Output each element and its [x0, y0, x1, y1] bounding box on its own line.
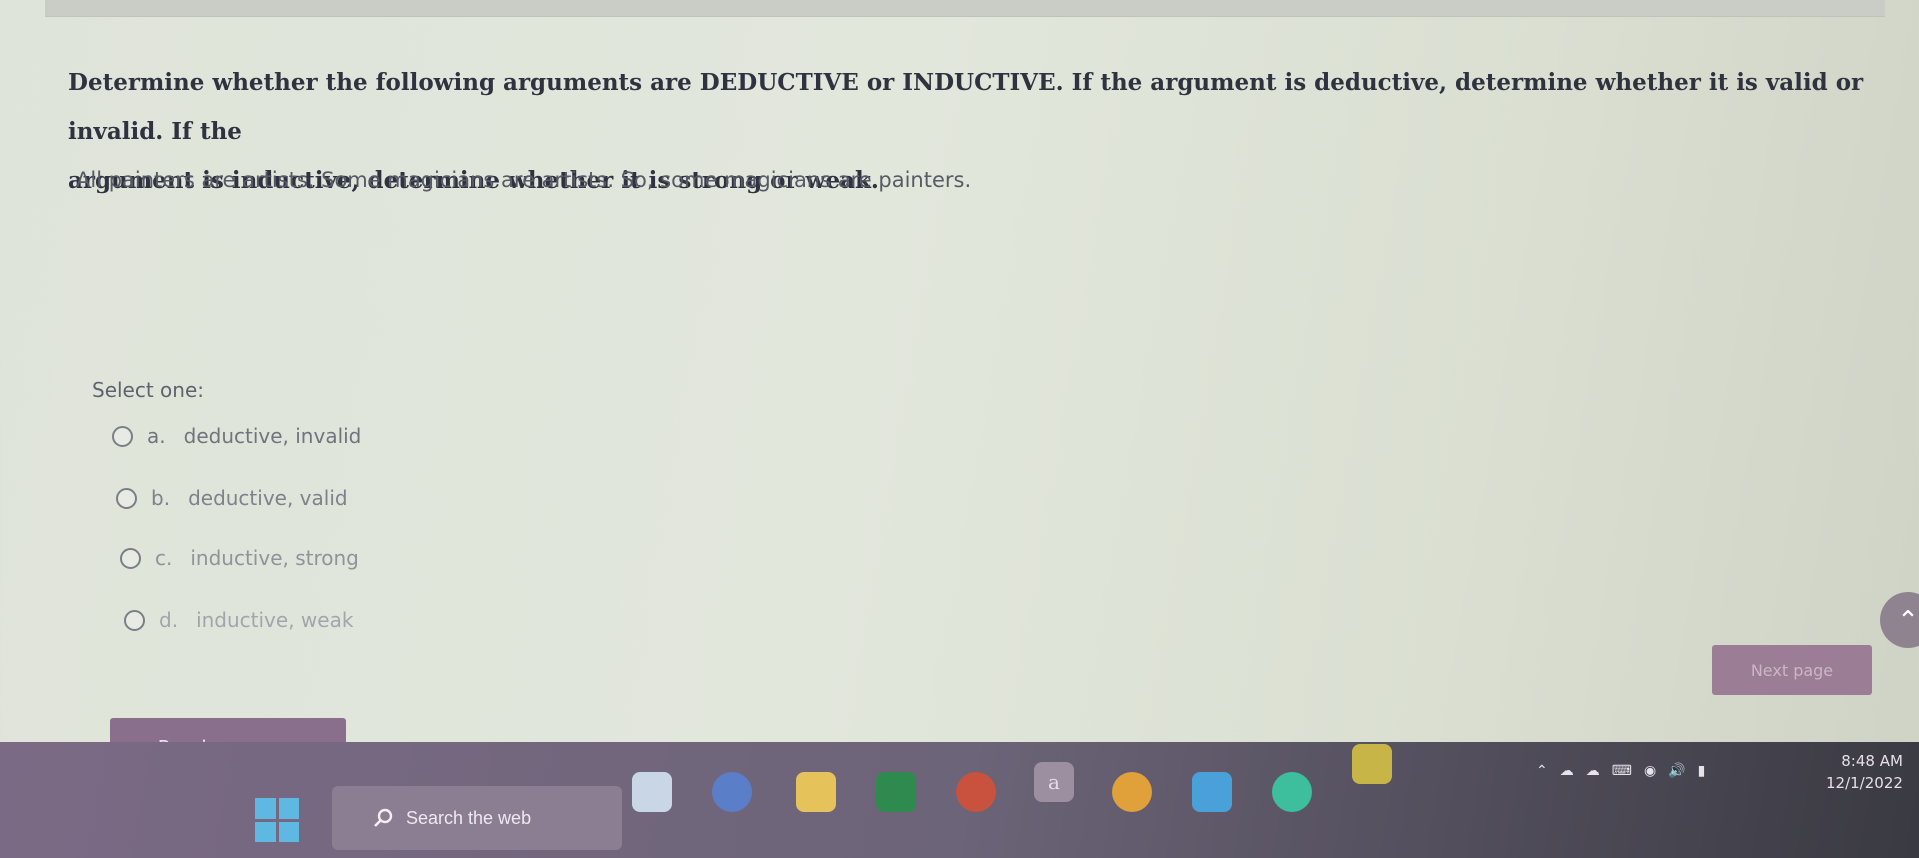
scroll-to-top-button[interactable]: ⌃ — [1880, 592, 1919, 648]
search-icon — [374, 808, 393, 827]
taskbar-search-box[interactable]: Search the web — [332, 786, 622, 850]
option-label: deductive, valid — [188, 486, 348, 510]
taskbar: Search the web a ⌃ ☁ ☁ ⌨ ◉ 🔊 ▮ 8:48 AM 1… — [0, 742, 1919, 858]
radio-c[interactable] — [120, 547, 141, 569]
option-letter: d. — [159, 608, 179, 632]
chevron-up-icon[interactable]: ⌃ — [1536, 762, 1548, 779]
video-call-icon[interactable] — [712, 772, 752, 812]
chrome-icon[interactable] — [1112, 772, 1152, 812]
option-label: inductive, weak — [196, 608, 354, 632]
mail-icon[interactable] — [1192, 772, 1232, 812]
radio-b[interactable] — [116, 487, 137, 509]
excel-icon[interactable] — [876, 772, 916, 812]
argument-text: All painters are artists. Some magicians… — [76, 168, 972, 192]
option-letter: c. — [155, 546, 173, 570]
option-b[interactable]: b. deductive, valid — [116, 486, 348, 510]
amazon-icon[interactable]: a — [1034, 762, 1074, 802]
radio-d[interactable] — [124, 609, 145, 631]
chevron-up-icon: ⌃ — [1897, 604, 1919, 635]
file-explorer-icon[interactable] — [796, 772, 836, 812]
option-letter: b. — [151, 486, 171, 510]
search-label: Search the web — [406, 807, 532, 828]
option-label: inductive, strong — [190, 546, 359, 570]
wifi-icon[interactable]: ◉ — [1644, 762, 1656, 779]
option-a[interactable]: a. deductive, invalid — [112, 424, 361, 448]
keyboard-icon[interactable]: ⌨ — [1612, 762, 1632, 779]
browser-top-bar — [45, 0, 1885, 17]
battery-icon[interactable]: ▮ — [1698, 762, 1706, 779]
next-page-button[interactable]: Next page — [1712, 645, 1872, 695]
windows-start-icon[interactable] — [255, 798, 299, 842]
taskbar-clock[interactable]: 8:48 AM 12/1/2022 — [1826, 750, 1903, 794]
task-view-icon[interactable] — [632, 772, 672, 812]
clock-date: 12/1/2022 — [1826, 774, 1903, 792]
radio-a[interactable] — [112, 425, 133, 447]
edge-icon[interactable] — [1272, 772, 1312, 812]
cloud-icon[interactable]: ☁ — [1560, 762, 1574, 779]
clock-time: 8:48 AM — [1841, 752, 1903, 770]
option-letter: a. — [147, 424, 166, 448]
question-line-1: Determine whether the following argument… — [68, 69, 1864, 145]
powerpoint-icon[interactable] — [956, 772, 996, 812]
select-one-label: Select one: — [92, 378, 205, 402]
option-c[interactable]: c. inductive, strong — [120, 546, 359, 570]
option-label: deductive, invalid — [183, 424, 362, 448]
volume-icon[interactable]: 🔊 — [1668, 762, 1685, 779]
system-tray: ⌃ ☁ ☁ ⌨ ◉ 🔊 ▮ — [1536, 762, 1705, 779]
onedrive-icon[interactable]: ☁ — [1586, 762, 1600, 779]
option-d[interactable]: d. inductive, weak — [124, 608, 353, 632]
norton-icon[interactable] — [1352, 744, 1392, 784]
